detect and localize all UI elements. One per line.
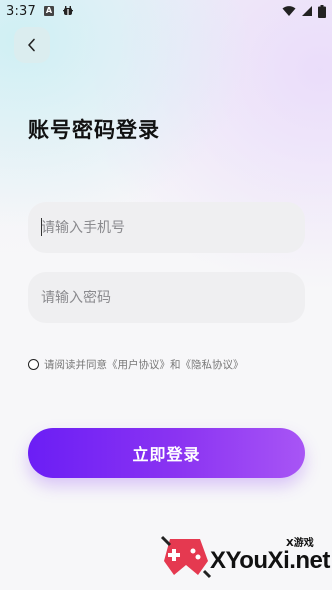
status-time: 3:37	[6, 3, 36, 19]
agreement-row[interactable]: 请阅读并同意《用户协议》和《隐私协议》	[28, 357, 244, 372]
login-button[interactable]: 立即登录	[28, 428, 305, 478]
agreement-radio[interactable]	[28, 359, 39, 370]
chevron-left-icon	[28, 38, 35, 52]
notification-a-icon: A	[44, 6, 54, 16]
password-input[interactable]	[41, 289, 305, 306]
agreement-text[interactable]: 请阅读并同意《用户协议》和《隐私协议》	[44, 357, 244, 372]
wifi-icon	[282, 6, 296, 16]
watermark-gamepad-logo	[160, 535, 212, 579]
watermark-brand: XYouXi.net	[210, 547, 330, 574]
battery-icon	[318, 4, 326, 18]
status-bar: 3:37 A	[0, 0, 332, 22]
phone-field[interactable]	[28, 202, 305, 253]
back-button[interactable]	[14, 27, 50, 63]
signal-icon	[302, 6, 312, 16]
page-title: 账号密码登录	[28, 118, 160, 142]
phone-input[interactable]	[41, 219, 305, 236]
text-caret	[41, 218, 42, 236]
bug-icon	[63, 6, 73, 15]
password-field[interactable]	[28, 272, 305, 323]
status-right	[282, 4, 326, 18]
